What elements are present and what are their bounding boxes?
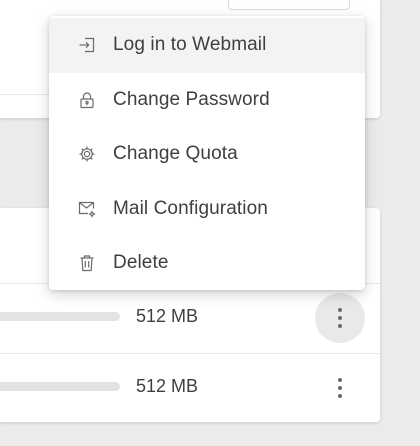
menu-item-delete[interactable]: Delete <box>49 236 365 291</box>
mail-settings-icon <box>78 200 96 218</box>
kebab-dot <box>338 378 342 382</box>
quota-progress-bar <box>0 382 120 391</box>
login-icon <box>78 36 96 54</box>
kebab-dot <box>338 308 342 312</box>
table-row: 512 MB <box>0 284 380 354</box>
kebab-dot <box>338 394 342 398</box>
kebab-dot <box>338 324 342 328</box>
quota-value: 512 MB <box>136 376 199 396</box>
kebab-dot <box>338 316 342 320</box>
menu-item-label: Change Password <box>113 88 270 110</box>
trash-icon <box>78 254 96 272</box>
row-actions-button[interactable] <box>315 293 365 343</box>
kebab-dot <box>338 386 342 390</box>
menu-item-label: Log in to Webmail <box>113 34 267 56</box>
divider <box>0 94 50 95</box>
actions-dropdown-menu: Log in to Webmail Change Password Change… <box>49 16 365 290</box>
gear-icon <box>78 145 96 163</box>
menu-item-label: Change Quota <box>113 143 238 165</box>
menu-item-mail-configuration[interactable]: Mail Configuration <box>49 182 365 237</box>
top-input-field-edge[interactable] <box>228 0 350 10</box>
menu-item-label: Delete <box>113 252 169 274</box>
quota-progress-bar <box>0 312 120 321</box>
quota-value: 512 MB <box>136 306 199 326</box>
menu-item-label: Mail Configuration <box>113 197 268 219</box>
menu-item-change-quota[interactable]: Change Quota <box>49 127 365 182</box>
row-actions-button[interactable] <box>315 363 365 413</box>
table-row: 512 MB <box>0 354 380 424</box>
lock-icon <box>78 91 96 109</box>
menu-item-login-webmail[interactable]: Log in to Webmail <box>49 18 365 73</box>
menu-item-change-password[interactable]: Change Password <box>49 73 365 128</box>
